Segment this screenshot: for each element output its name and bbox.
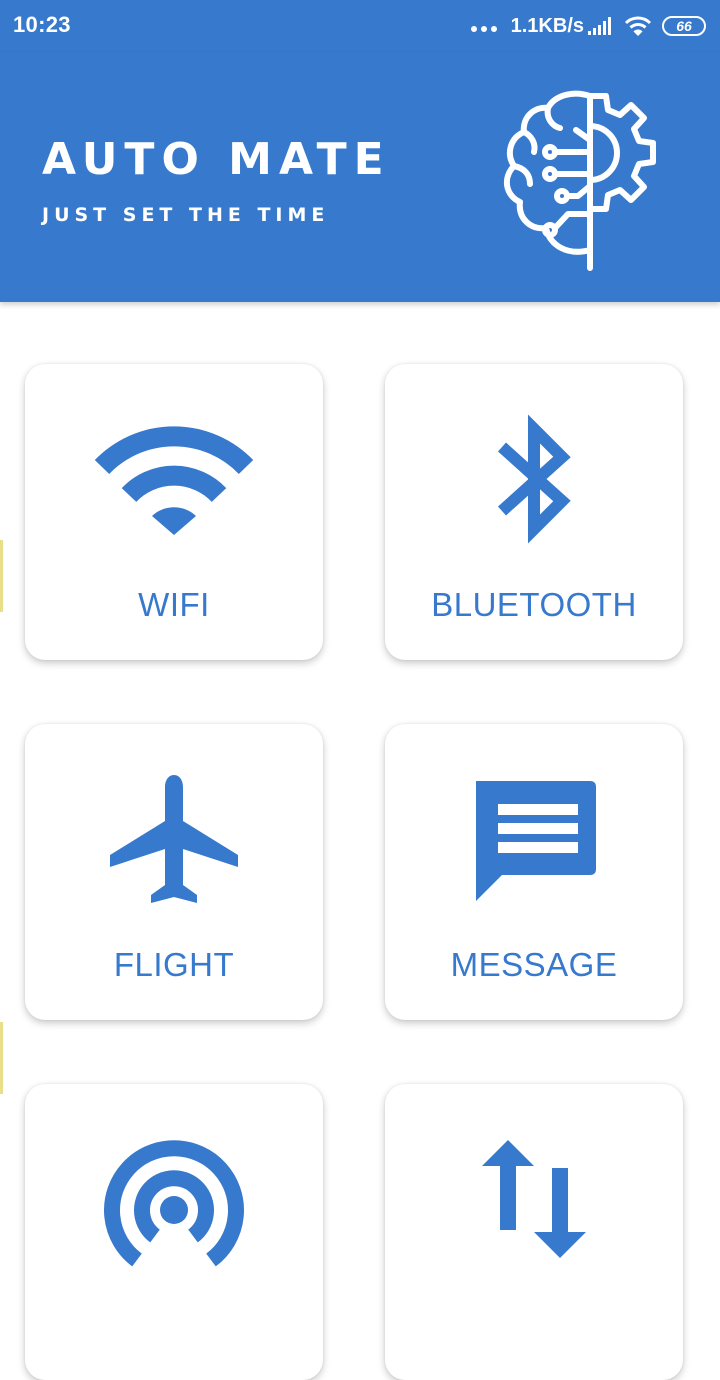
status-time: 10:23 — [13, 12, 71, 37]
app-title: AUTO MATE — [42, 134, 391, 185]
battery-icon: 66 — [662, 16, 706, 36]
airplane-icon — [25, 764, 323, 914]
flight-label: FLIGHT — [113, 946, 235, 983]
hotspot-card[interactable] — [25, 1084, 323, 1380]
wifi-label: WIFI — [138, 586, 210, 623]
wifi-card[interactable]: WIFI — [25, 364, 323, 660]
wifi-icon — [25, 404, 323, 554]
mobile-data-icon — [385, 1124, 683, 1274]
brain-gear-icon — [503, 90, 656, 271]
message-label: MESSAGE — [450, 946, 618, 983]
wifi-status-icon — [624, 16, 652, 36]
message-icon — [385, 764, 683, 914]
status-bar: 10:23 1.1KB/s 66 — [0, 0, 720, 52]
edge-accent — [0, 1022, 3, 1094]
hotspot-icon — [25, 1124, 323, 1274]
network-speed: 1.1KB/s — [510, 14, 584, 37]
status-icons: 1.1KB/s 66 — [470, 10, 706, 42]
edge-accent — [0, 540, 3, 612]
bluetooth-icon — [385, 404, 683, 554]
bluetooth-card[interactable]: BLUETOOTH — [385, 364, 683, 660]
cellular-signal-icon — [588, 17, 611, 35]
bluetooth-label: BLUETOOTH — [431, 586, 637, 623]
app-header: AUTO MATE JUST SET THE TIME — [0, 52, 720, 302]
message-card[interactable]: MESSAGE — [385, 724, 683, 1020]
app-subtitle: JUST SET THE TIME — [42, 204, 330, 226]
more-notifications-icon — [470, 26, 497, 32]
flight-card[interactable]: FLIGHT — [25, 724, 323, 1020]
mobile-data-card[interactable] — [385, 1084, 683, 1380]
